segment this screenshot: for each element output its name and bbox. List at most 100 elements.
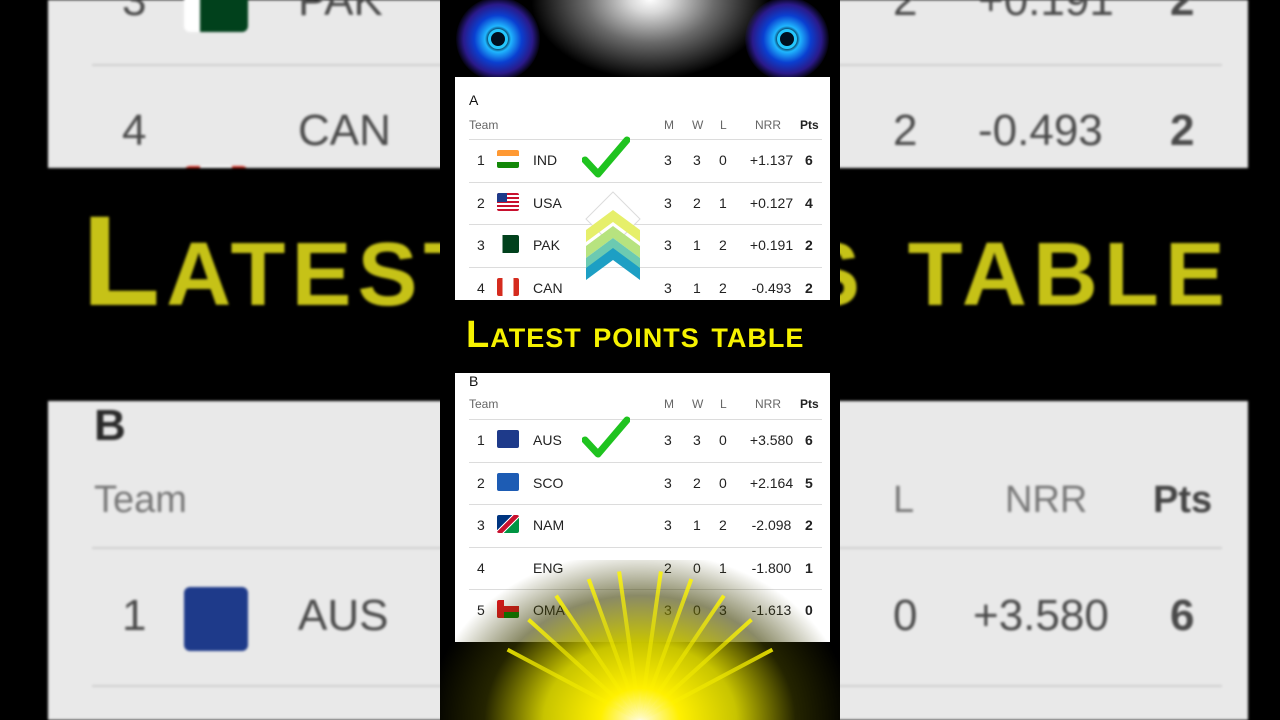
usa-flag-icon <box>497 192 519 211</box>
wins-cell: 1 <box>693 237 701 253</box>
diamond-stack-icon <box>585 191 641 280</box>
wins-cell: 2 <box>693 194 701 211</box>
qualified-check-icon <box>582 416 630 458</box>
matches-cell: 3 <box>664 237 672 253</box>
team-name-cell: CAN <box>533 279 563 296</box>
header-pts: Pts <box>800 397 819 411</box>
wins-cell: 3 <box>693 432 701 448</box>
rank-cell: 4 <box>477 279 485 296</box>
bg-row3-nrr: +0.191 <box>978 0 1114 25</box>
header-w: W <box>692 118 704 132</box>
matches-cell: 3 <box>664 194 672 211</box>
team-name-cell: SCO <box>533 474 564 491</box>
points-cell: 6 <box>805 152 813 168</box>
bg-group-label: B <box>94 401 126 450</box>
losses-cell: 2 <box>719 279 727 296</box>
bg-row1-pos: 1 <box>122 591 147 640</box>
table-row: 3 NAM 3 1 2 -2.098 2 <box>469 504 822 547</box>
bg-header-team: Team <box>94 479 187 521</box>
title-banner: Latest points table <box>440 300 840 373</box>
losses-cell: 0 <box>719 432 727 448</box>
bg-row3-pos: 3 <box>122 0 147 25</box>
rank-cell: 2 <box>477 474 485 491</box>
bg-row1-team: AUS <box>298 591 389 640</box>
banner-title: Latest points table <box>466 314 805 356</box>
matches-cell: 3 <box>664 152 672 168</box>
australia-flag-icon <box>184 587 248 651</box>
bg-header-nrr: NRR <box>1005 479 1088 521</box>
header-nrr: NRR <box>755 118 781 132</box>
losses-cell: 0 <box>719 152 727 168</box>
losses-cell: 0 <box>719 474 727 491</box>
table-header: Team M W L NRR Pts <box>469 397 822 417</box>
blue-flower-icon <box>456 0 540 81</box>
header-l: L <box>720 118 727 132</box>
losses-cell: 2 <box>719 517 727 533</box>
team-name-cell: PAK <box>533 237 560 253</box>
header-m: M <box>664 118 674 132</box>
wins-cell: 2 <box>693 474 701 491</box>
nrr-cell: +0.127 <box>749 194 794 211</box>
blue-flower-icon <box>745 0 829 81</box>
bg-row4-pts: 2 <box>1170 106 1195 155</box>
pakistan-flag-icon <box>184 0 248 32</box>
points-cell: 2 <box>805 237 813 253</box>
rank-cell: 3 <box>477 237 485 253</box>
team-name-cell: IND <box>533 152 558 168</box>
wins-cell: 1 <box>693 517 701 533</box>
canada-flag-icon <box>497 277 519 296</box>
nrr-cell: -2.098 <box>751 517 792 533</box>
header-m: M <box>664 397 674 411</box>
nrr-cell: -0.493 <box>751 279 792 296</box>
bg-row4-l: 2 <box>893 106 918 155</box>
team-name-cell: USA <box>533 194 562 211</box>
pakistan-flag-icon <box>497 235 519 253</box>
points-cell: 2 <box>805 279 813 296</box>
bg-row4-team: CAN <box>298 106 391 155</box>
table-row: 1 AUS 3 3 0 +3.580 6 <box>469 419 822 462</box>
table-header: Team M W L NRR Pts <box>469 118 822 138</box>
nrr-cell: +3.580 <box>749 432 794 448</box>
bg-big-text-left: Latest <box>82 190 485 333</box>
losses-cell: 2 <box>719 237 727 253</box>
bg-row1-nrr: +3.580 <box>973 591 1109 640</box>
matches-cell: 3 <box>664 474 672 491</box>
losses-cell: 1 <box>719 194 727 211</box>
points-cell: 6 <box>805 432 813 448</box>
india-flag-icon <box>497 150 519 168</box>
bg-row3-l: 2 <box>893 0 918 25</box>
rank-cell: 1 <box>477 432 485 448</box>
team-name-cell: AUS <box>533 432 562 448</box>
matches-cell: 3 <box>664 432 672 448</box>
header-pts: Pts <box>800 118 819 132</box>
points-cell: 4 <box>805 194 813 211</box>
matches-cell: 3 <box>664 279 672 296</box>
scotland-flag-icon <box>497 472 519 491</box>
header-w: W <box>692 397 704 411</box>
sunburst-glow <box>440 560 840 720</box>
nrr-cell: +2.164 <box>749 474 794 491</box>
namibia-flag-icon <box>497 515 519 533</box>
table-row: 4 CAN 3 1 2 -0.493 2 <box>469 266 822 301</box>
rank-cell: 3 <box>477 517 485 533</box>
bg-big-text-right: s table <box>800 190 1231 333</box>
bg-row3-team: PAK <box>298 0 383 25</box>
bg-row1-l: 0 <box>893 591 918 640</box>
australia-flag-icon <box>497 430 519 448</box>
bg-row3-pts: 2 <box>1170 0 1195 25</box>
bg-row4-pos: 4 <box>122 106 147 155</box>
table-row: 2 USA 3 2 1 +0.127 4 <box>469 181 822 225</box>
nrr-cell: +1.137 <box>749 152 794 168</box>
points-cell: 5 <box>805 474 813 491</box>
table-row: 3 PAK 3 1 2 +0.191 2 <box>469 224 822 267</box>
rank-cell: 1 <box>477 152 485 168</box>
group-a-label: A <box>469 92 479 108</box>
qualified-check-icon <box>582 136 630 178</box>
header-l: L <box>720 397 727 411</box>
header-team: Team <box>469 397 499 411</box>
header-team: Team <box>469 118 499 132</box>
bg-row1-pts: 6 <box>1170 591 1195 640</box>
video-center-column: A Team M W L NRR Pts 1 IND 3 3 0 +1.137 6 2 USA 3… <box>440 0 840 720</box>
team-name-cell: NAM <box>533 517 565 533</box>
header-nrr: NRR <box>755 397 781 411</box>
